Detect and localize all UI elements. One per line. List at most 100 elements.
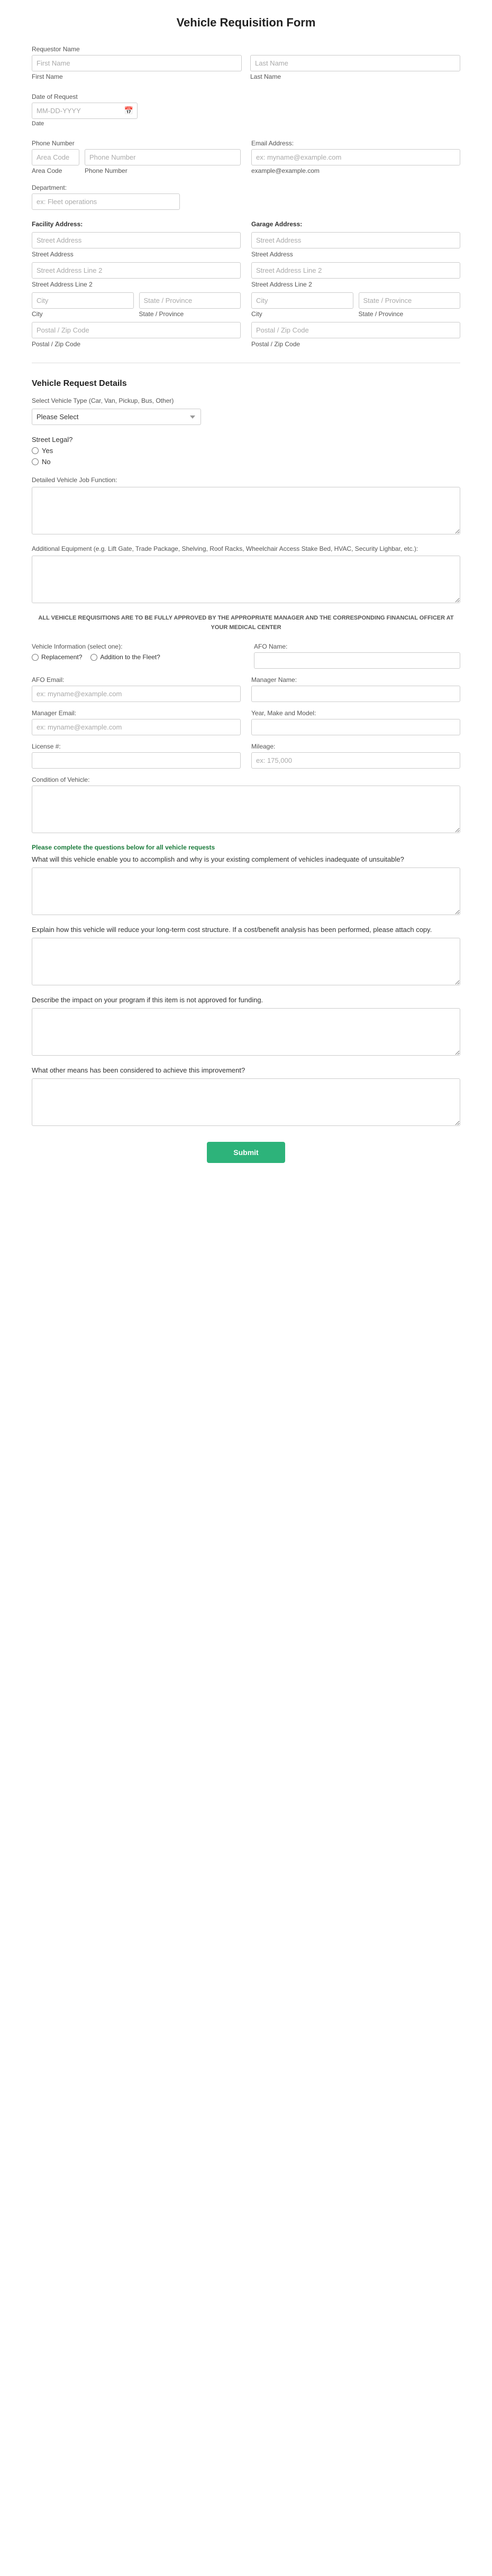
vehicle-info-label: Vehicle Information (select one): <box>32 643 238 650</box>
facility-city-input[interactable] <box>32 292 134 309</box>
q1-label: What will this vehicle enable you to acc… <box>32 855 460 863</box>
additional-equipment-textarea[interactable] <box>32 556 460 603</box>
requestor-group: Requestor Name First Name Last Name <box>32 45 460 82</box>
manager-name-group: Manager Name: <box>251 676 460 702</box>
email-input[interactable] <box>251 149 460 165</box>
department-label: Department: <box>32 184 180 191</box>
additional-equipment-group: Additional Equipment (e.g. Lift Gate, Tr… <box>32 545 460 603</box>
addition-radio[interactable] <box>90 654 97 661</box>
garage-state-input[interactable] <box>359 292 461 309</box>
afo-manager-row: AFO Email: Manager Name: <box>32 676 460 702</box>
job-function-label: Detailed Vehicle Job Function: <box>32 476 460 484</box>
q4-group: What other means has been considered to … <box>32 1066 460 1126</box>
first-name-input[interactable] <box>32 55 242 71</box>
facility-state-input[interactable] <box>139 292 241 309</box>
street-legal-no-label[interactable]: No <box>32 458 460 466</box>
department-section: Department: <box>32 184 460 210</box>
job-function-group: Detailed Vehicle Job Function: <box>32 476 460 534</box>
year-make-model-label: Year, Make and Model: <box>251 709 460 717</box>
q3-group: Describe the impact on your program if t… <box>32 996 460 1056</box>
vehicle-type-label: Select Vehicle Type (Car, Van, Pickup, B… <box>32 397 201 404</box>
facility-street-input[interactable] <box>32 232 241 248</box>
condition-textarea[interactable] <box>32 786 460 833</box>
facility-street2-label: Street Address Line 2 <box>32 281 241 288</box>
q2-group: Explain how this vehicle will reduce you… <box>32 926 460 985</box>
street-legal-no-text: No <box>42 458 51 466</box>
q3-textarea[interactable] <box>32 1008 460 1056</box>
vehicle-request-title: Vehicle Request Details <box>32 379 460 389</box>
mileage-label: Mileage: <box>251 743 460 750</box>
vehicle-info-top-row: Vehicle Information (select one): Replac… <box>32 643 460 669</box>
afo-name-input[interactable] <box>254 652 460 669</box>
facility-state-label: State / Province <box>139 310 241 318</box>
garage-postal-label: Postal / Zip Code <box>251 340 460 348</box>
afo-email-input[interactable] <box>32 686 241 702</box>
license-label: License #: <box>32 743 241 750</box>
q4-textarea[interactable] <box>32 1078 460 1126</box>
manager-name-input[interactable] <box>251 686 460 702</box>
questions-section: Please complete the questions below for … <box>32 844 460 1126</box>
submit-button[interactable]: Submit <box>207 1142 285 1163</box>
replacement-radio[interactable] <box>32 654 39 661</box>
department-group: Department: <box>32 184 180 210</box>
street-legal-radio-group: Yes No <box>32 447 460 466</box>
date-input-wrapper: 📅 <box>32 103 138 119</box>
street-legal-label: Street Legal? <box>32 436 460 444</box>
garage-city-label: City <box>251 310 353 318</box>
facility-street2-input[interactable] <box>32 262 241 279</box>
afo-email-group: AFO Email: <box>32 676 241 702</box>
last-name-label: Last Name <box>250 73 460 80</box>
license-input[interactable] <box>32 752 241 769</box>
addition-text: Addition to the Fleet? <box>100 653 160 661</box>
condition-section: Condition of Vehicle: <box>32 776 460 833</box>
questions-label: Please complete the questions below for … <box>32 844 460 851</box>
license-group: License #: <box>32 743 241 769</box>
facility-postal-input[interactable] <box>32 322 241 338</box>
requestor-row: Requestor Name First Name Last Name <box>32 45 460 82</box>
garage-city-input[interactable] <box>251 292 353 309</box>
date-section: Date of Request 📅 Date <box>32 93 460 129</box>
license-mileage-row: License #: Mileage: <box>32 743 460 769</box>
year-make-model-input[interactable] <box>251 719 460 735</box>
area-code-group: Area Code <box>32 149 79 177</box>
mileage-input[interactable] <box>251 752 460 769</box>
street-legal-yes-radio[interactable] <box>32 447 39 454</box>
email-label: Email Address: <box>251 140 460 147</box>
additional-equipment-label: Additional Equipment (e.g. Lift Gate, Tr… <box>32 545 460 552</box>
facility-address-group: Facility Address: Street Address Street … <box>32 220 241 350</box>
phone-number-input[interactable] <box>85 149 241 165</box>
date-sub-label: Date <box>32 121 138 127</box>
last-name-input[interactable] <box>250 55 460 71</box>
garage-postal-input[interactable] <box>251 322 460 338</box>
phone-number-label: Phone Number <box>85 167 241 174</box>
additional-equipment-section: Additional Equipment (e.g. Lift Gate, Tr… <box>32 545 460 603</box>
phone-label: Phone Number <box>32 140 241 147</box>
date-input[interactable] <box>32 103 138 119</box>
q3-label: Describe the impact on your program if t… <box>32 996 460 1004</box>
first-name-label: First Name <box>32 73 242 80</box>
area-code-input[interactable] <box>32 149 79 165</box>
garage-street2-label: Street Address Line 2 <box>251 281 460 288</box>
job-function-section: Detailed Vehicle Job Function: <box>32 476 460 534</box>
facility-address-label: Facility Address: <box>32 220 241 228</box>
manager-email-group: Manager Email: <box>32 709 241 735</box>
vehicle-info-left: Vehicle Information (select one): Replac… <box>32 643 238 661</box>
garage-street-input[interactable] <box>251 232 460 248</box>
manager-email-input[interactable] <box>32 719 241 735</box>
replacement-radio-label[interactable]: Replacement? <box>32 653 82 661</box>
addition-radio-label[interactable]: Addition to the Fleet? <box>90 653 160 661</box>
street-legal-no-radio[interactable] <box>32 458 39 465</box>
facility-street-label: Street Address <box>32 251 241 258</box>
vehicle-type-select[interactable]: Please Select Car Van Pickup Bus Other <box>32 409 201 425</box>
garage-city-group: City <box>251 292 353 320</box>
replacement-text: Replacement? <box>41 653 82 661</box>
q2-textarea[interactable] <box>32 938 460 985</box>
department-input[interactable] <box>32 193 180 210</box>
phone-email-row: Phone Number Area Code Phone Number Emai… <box>32 140 460 177</box>
job-function-textarea[interactable] <box>32 487 460 534</box>
afo-email-label: AFO Email: <box>32 676 241 684</box>
last-name-group: Last Name <box>250 55 460 82</box>
q1-textarea[interactable] <box>32 867 460 915</box>
garage-street2-input[interactable] <box>251 262 460 279</box>
street-legal-yes-label[interactable]: Yes <box>32 447 460 455</box>
